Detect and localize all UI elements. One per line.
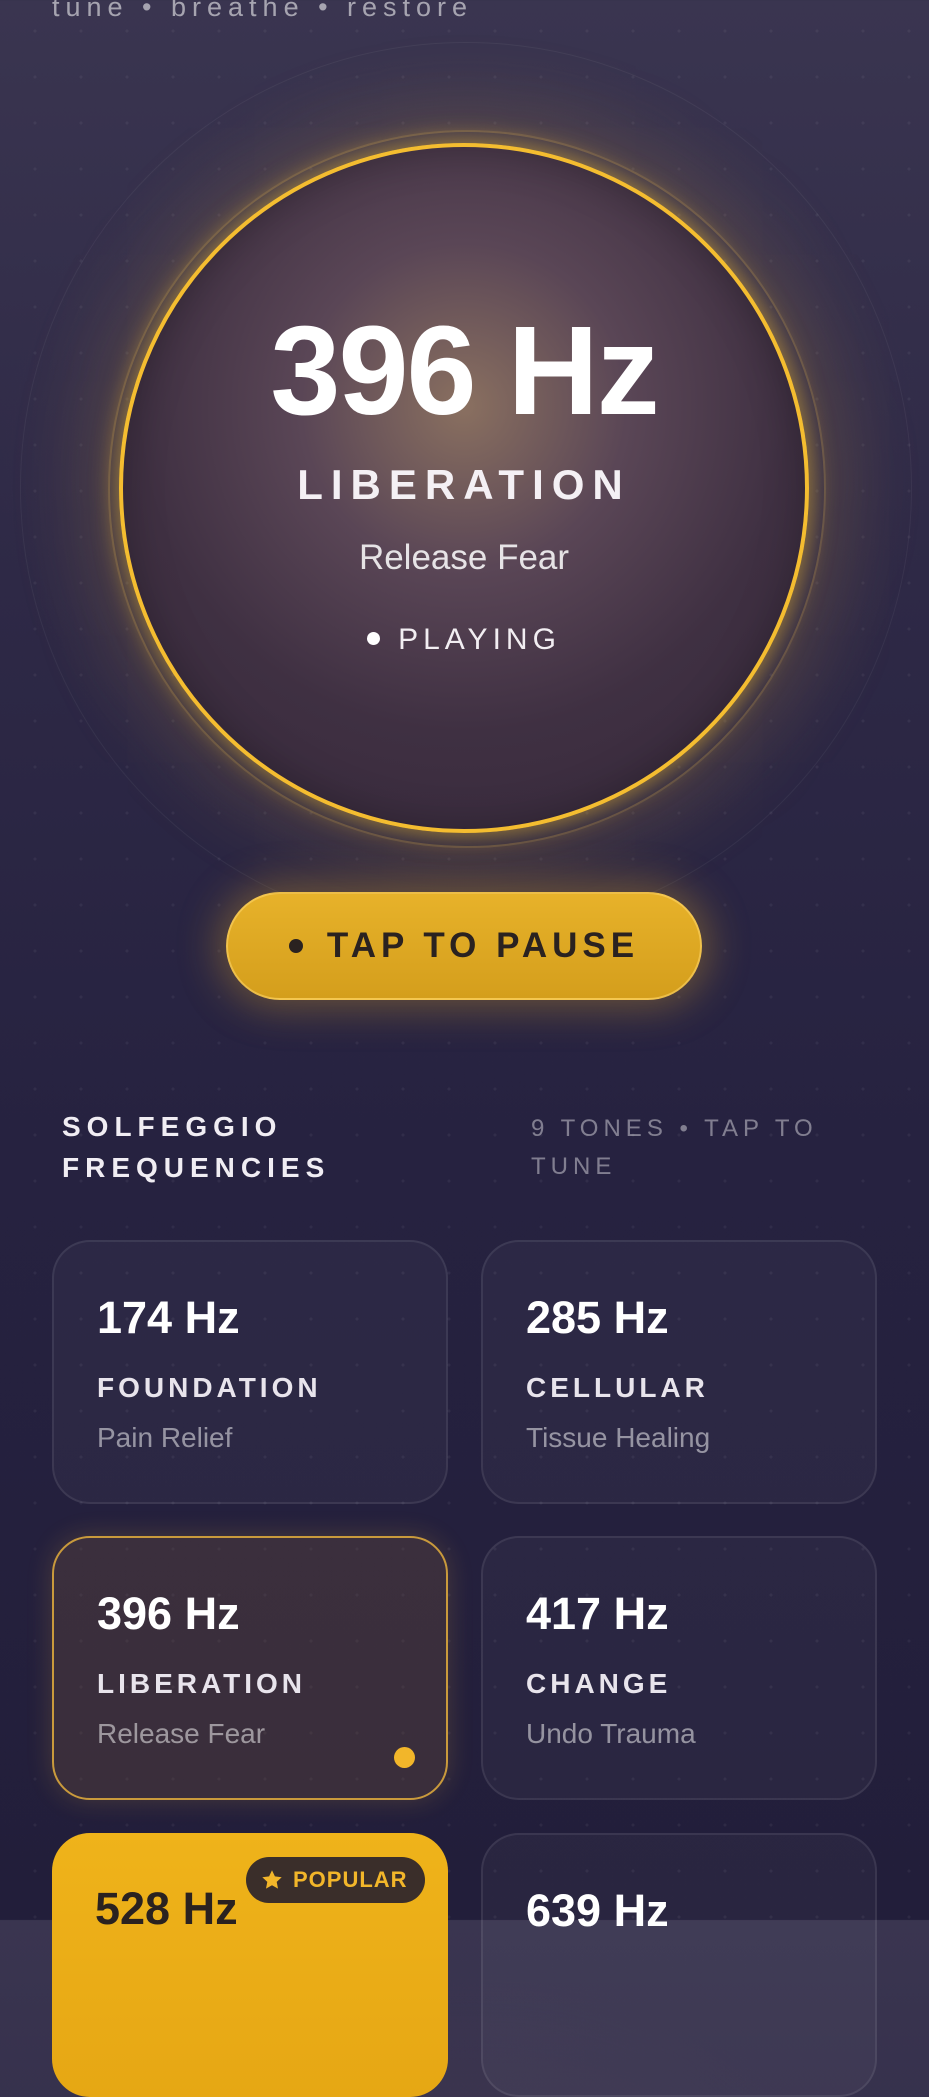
current-tone-name: LIBERATION [297,461,631,508]
tone-benefit: Tissue Healing [526,1422,711,1453]
tagline: tune • breathe • restore [52,0,474,22]
current-tone-benefit: Release Fear [358,538,570,577]
star-icon [262,1870,282,1889]
current-frequency: 396 Hz [270,300,659,441]
tone-card-174[interactable]: 174 Hz FOUNDATION Pain Relief [52,1240,448,1504]
tone-name: CHANGE [526,1668,672,1699]
popular-badge: POPULAR [246,1857,425,1903]
tone-benefit: Undo Trauma [526,1718,696,1749]
section-title: SOLFEGGIO FREQUENCIES [62,1111,331,1183]
tone-frequency: 417 Hz [526,1588,669,1639]
tone-frequency: 174 Hz [97,1292,240,1343]
tone-frequency: 396 Hz [97,1588,240,1639]
tone-card-285[interactable]: 285 Hz CELLULAR Tissue Healing [481,1240,877,1504]
tone-frequency: 639 Hz [526,1885,669,1936]
tone-benefit: Pain Relief [97,1422,233,1453]
status-dot-icon [367,631,381,645]
tone-benefit: Release Fear [97,1718,266,1749]
tone-name: LIBERATION [97,1668,307,1699]
pause-button-label: TAP TO PAUSE [326,926,640,965]
playback-status: PLAYING [119,623,809,657]
tone-name: FOUNDATION [97,1372,322,1403]
tone-card-639[interactable]: 639 Hz [481,1833,877,2097]
popular-badge-label: POPULAR [293,1867,408,1892]
pause-dot-icon [288,939,303,953]
tone-card-396[interactable]: 396 Hz LIBERATION Release Fear [52,1536,448,1800]
tone-name: CELLULAR [526,1372,709,1403]
pause-button[interactable]: TAP TO PAUSE [226,892,702,1000]
playback-status-label: PLAYING [398,623,561,656]
active-indicator-dot [394,1747,415,1768]
section-hint: 9 TONES • TAP TO TUNE [531,1115,818,1180]
tone-card-417[interactable]: 417 Hz CHANGE Undo Trauma [481,1536,877,1800]
tone-frequency: 528 Hz [95,1883,238,1934]
tone-frequency: 285 Hz [526,1292,669,1343]
